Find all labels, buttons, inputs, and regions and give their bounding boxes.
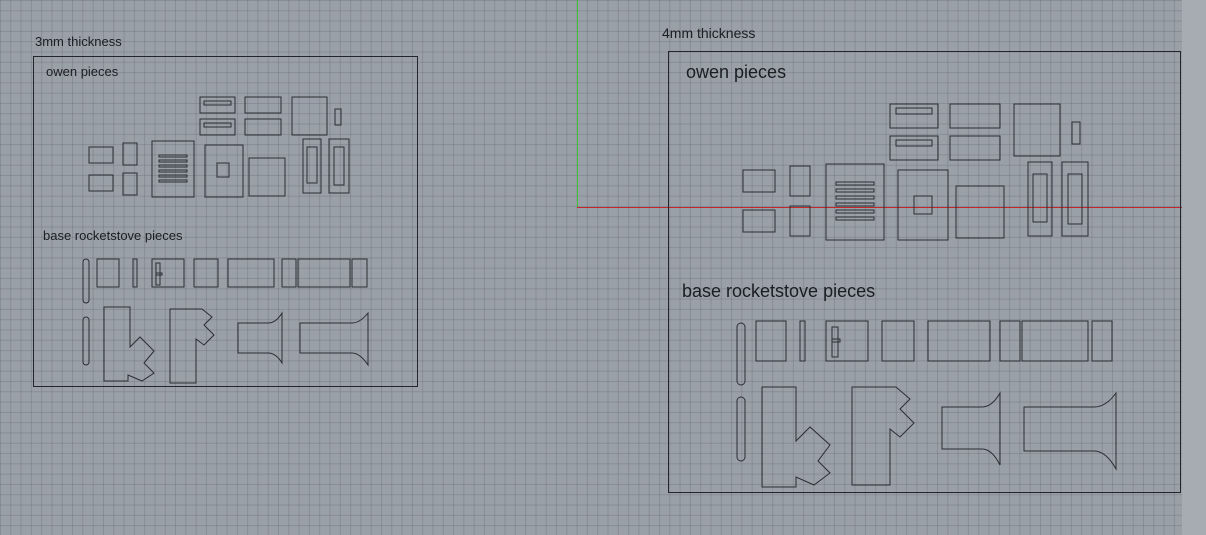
y-axis-line — [577, 0, 578, 208]
panel-4mm-base-parts[interactable] — [734, 315, 1124, 490]
panel-4mm-owen-parts[interactable] — [738, 100, 1089, 250]
panel-3mm-base-label: base rocketstove pieces — [43, 228, 183, 243]
panel-3mm-base-parts[interactable] — [82, 255, 372, 385]
panel-3mm-owen-parts[interactable] — [85, 95, 355, 200]
panel-4mm-base-label: base rocketstove pieces — [682, 281, 876, 301]
panel-3mm-title: 3mm thickness — [35, 34, 122, 49]
panel-3mm-owen-label: owen pieces — [46, 64, 119, 79]
vertical-scrollbar[interactable] — [1182, 0, 1206, 535]
panel-4mm-title: 4mm thickness — [662, 25, 756, 41]
panel-4mm-owen-label: owen pieces — [686, 62, 787, 82]
